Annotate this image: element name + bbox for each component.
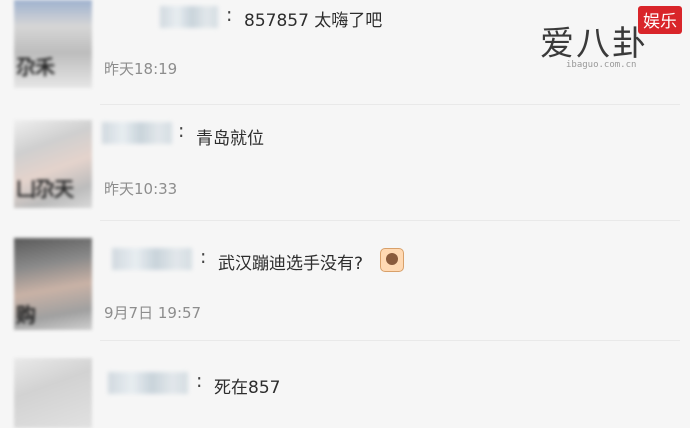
colon: : xyxy=(226,4,233,26)
watermark-main-text: 爱八卦 xyxy=(540,24,648,64)
comment-item: 凵尕天 : 青岛就位 昨天10:33 xyxy=(0,110,690,215)
divider xyxy=(100,220,680,221)
username-blurred[interactable] xyxy=(112,248,192,270)
avatar-overlay-text: 凵尕天 xyxy=(16,177,74,201)
colon: : xyxy=(196,370,203,392)
colon: : xyxy=(178,120,185,142)
person-raising-hand-emoji-icon xyxy=(380,248,404,272)
watermark-badge: 娱乐 xyxy=(638,6,682,34)
username-blurred[interactable] xyxy=(108,372,188,394)
avatar[interactable] xyxy=(14,358,92,428)
avatar[interactable]: 尕禾 xyxy=(14,0,92,88)
comment-text: 青岛就位 xyxy=(196,129,264,149)
comment-time: 昨天10:33 xyxy=(104,180,178,198)
comment-time: 9月7日 19:57 xyxy=(104,304,202,322)
comment-text: 死在857 xyxy=(214,378,281,398)
avatar[interactable]: 凵尕天 xyxy=(14,120,92,208)
comment-text: 857857 太嗨了吧 xyxy=(244,11,383,31)
username-blurred[interactable] xyxy=(102,122,172,144)
avatar-overlay-text: 购 xyxy=(16,303,36,327)
colon: : xyxy=(200,246,207,268)
comment-text: 武汉蹦迪选手没有? xyxy=(218,254,364,274)
comment-item: : 死在857 xyxy=(0,346,690,428)
username-blurred[interactable] xyxy=(160,6,218,28)
divider xyxy=(100,340,680,341)
avatar[interactable]: 购 xyxy=(14,238,92,330)
avatar-overlay-text: 尕禾 xyxy=(16,55,55,79)
comment-time: 昨天18:19 xyxy=(104,60,178,78)
comment-item: 购 : 武汉蹦迪选手没有? 9月7日 19:57 xyxy=(0,226,690,336)
watermark-url: ibaguo.com.cn xyxy=(566,60,637,70)
watermark-logo: 爱八卦 娱乐 ibaguo.com.cn xyxy=(532,6,682,70)
divider xyxy=(100,104,680,105)
